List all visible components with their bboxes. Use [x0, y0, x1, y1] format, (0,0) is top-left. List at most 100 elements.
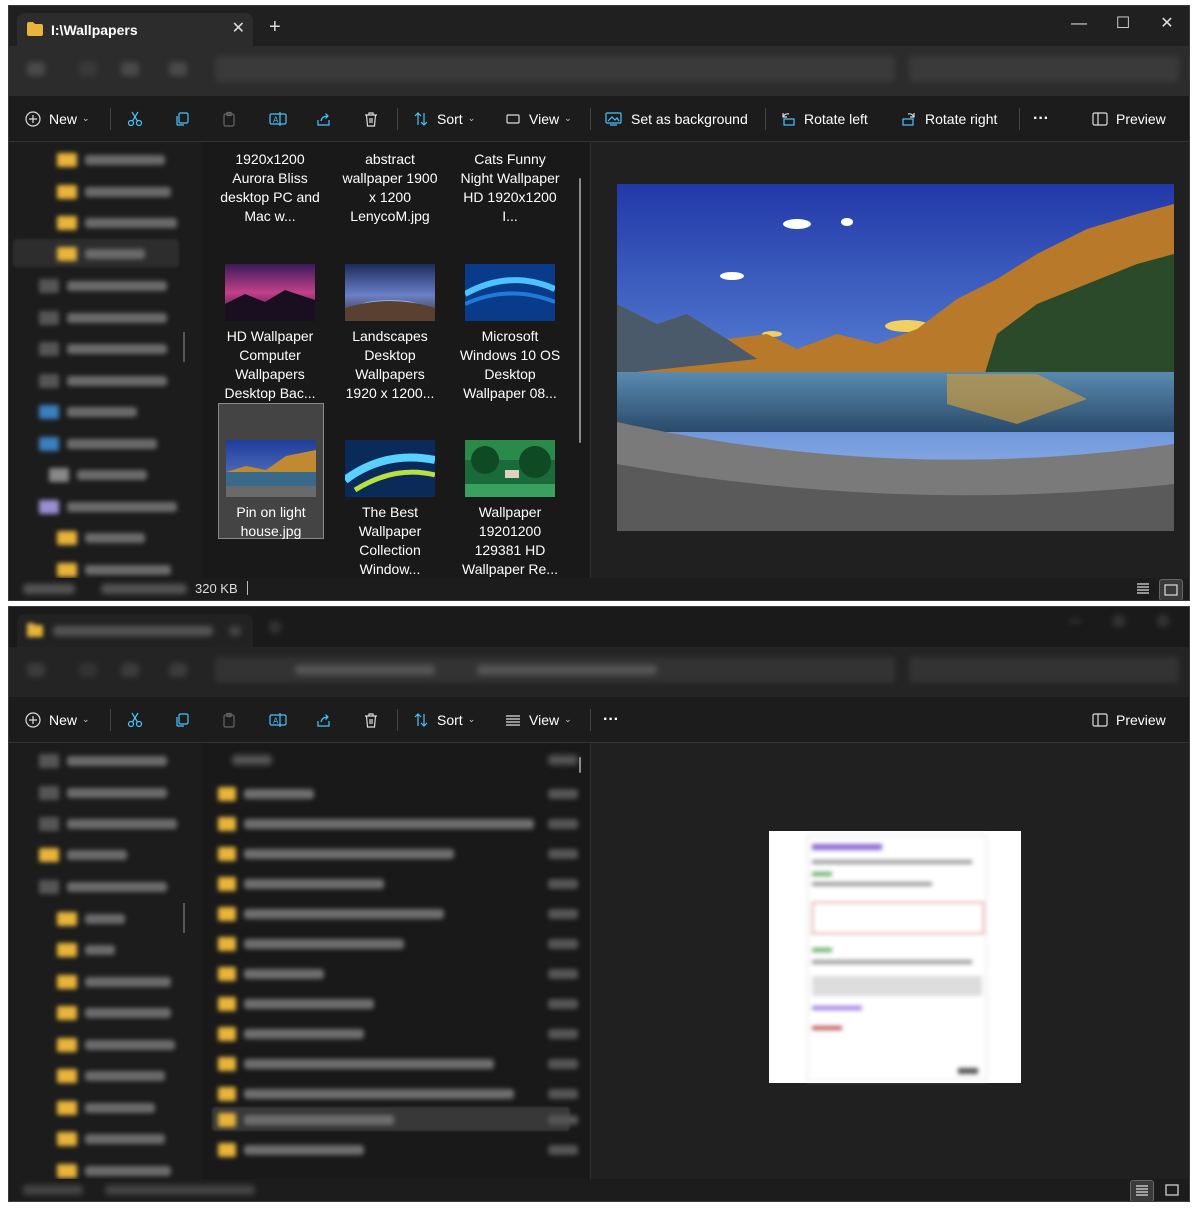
list-item[interactable] — [218, 817, 578, 831]
sidebar-item[interactable] — [57, 1163, 171, 1179]
list-item[interactable] — [218, 907, 578, 921]
file-item[interactable]: Cats Funny Night Wallpaper HD 1920x1200 … — [458, 150, 562, 226]
refresh-icon[interactable] — [169, 663, 187, 677]
file-item-selected[interactable]: Pin on light house.jpg — [218, 403, 324, 539]
rotate-left-button[interactable]: Rotate left — [780, 96, 868, 141]
up-icon[interactable] — [121, 663, 139, 677]
rename-button[interactable]: A — [269, 96, 287, 141]
sidebar-item[interactable] — [39, 310, 167, 326]
sidebar-scrollbar[interactable] — [183, 332, 185, 362]
sidebar-item[interactable] — [39, 785, 167, 801]
new-button[interactable]: New ⌄ — [25, 697, 90, 742]
sidebar-item[interactable] — [39, 753, 167, 769]
sidebar-item[interactable] — [57, 184, 171, 200]
details-view-button[interactable] — [1130, 1180, 1154, 1201]
file-list-scrollbar[interactable] — [579, 757, 581, 773]
cut-button[interactable] — [127, 96, 143, 141]
maximize-icon[interactable] — [1113, 615, 1125, 627]
new-tab-icon[interactable] — [269, 621, 281, 633]
preview-button[interactable]: Preview — [1092, 697, 1166, 742]
breadcrumb[interactable] — [295, 665, 435, 675]
file-item[interactable]: Microsoft Windows 10 OS Desktop Wallpape… — [458, 264, 562, 403]
search-box[interactable] — [909, 657, 1179, 683]
sidebar-item[interactable] — [57, 246, 145, 262]
more-options-button[interactable]: ··· — [1033, 96, 1049, 141]
sidebar-item[interactable] — [39, 404, 137, 420]
sidebar-item[interactable] — [39, 816, 177, 832]
list-item[interactable] — [218, 877, 578, 891]
sidebar-item[interactable] — [57, 1131, 165, 1147]
new-tab-icon[interactable]: + — [269, 17, 281, 37]
back-icon[interactable] — [27, 663, 45, 677]
file-item[interactable]: The Best Wallpaper Collection Window... — [338, 440, 442, 578]
sidebar-item[interactable] — [39, 879, 167, 895]
close-tab-icon[interactable] — [229, 626, 241, 636]
sidebar-item[interactable] — [57, 215, 177, 231]
share-button[interactable] — [316, 697, 332, 742]
list-item[interactable] — [218, 967, 578, 981]
close-window-icon[interactable] — [1157, 615, 1169, 627]
list-item[interactable] — [218, 1027, 578, 1041]
sidebar-item[interactable] — [57, 942, 115, 958]
view-button[interactable]: View ⌄ — [505, 697, 572, 742]
list-item[interactable] — [218, 1143, 578, 1157]
file-item[interactable]: abstract wallpaper 1900 x 1200 LenycoM.j… — [338, 150, 442, 226]
sidebar-item[interactable] — [57, 974, 171, 990]
sidebar-item[interactable] — [57, 1037, 175, 1053]
close-tab-icon[interactable]: ✕ — [232, 18, 245, 38]
forward-icon[interactable] — [79, 62, 97, 76]
sidebar-item[interactable] — [57, 530, 145, 546]
delete-button[interactable] — [363, 697, 379, 742]
details-view-button[interactable] — [1132, 579, 1154, 599]
rename-button[interactable]: A — [269, 697, 287, 742]
delete-button[interactable] — [363, 96, 379, 141]
sidebar-scrollbar[interactable] — [183, 903, 185, 933]
sidebar-item[interactable] — [39, 499, 177, 515]
column-header-date[interactable] — [548, 755, 578, 765]
forward-icon[interactable] — [79, 663, 97, 677]
list-item[interactable] — [218, 1113, 578, 1127]
sidebar-item[interactable] — [39, 847, 127, 863]
copy-button[interactable] — [174, 697, 190, 742]
address-bar[interactable] — [215, 56, 895, 82]
list-item[interactable] — [218, 1087, 578, 1101]
file-grid-scrollbar[interactable] — [579, 178, 581, 443]
sidebar-item[interactable] — [39, 373, 167, 389]
rotate-right-button[interactable]: Rotate right — [901, 96, 997, 141]
sidebar-item[interactable] — [49, 467, 147, 483]
large-icons-view-button[interactable] — [1161, 1180, 1183, 1200]
preview-button[interactable]: Preview — [1092, 96, 1166, 141]
up-icon[interactable] — [121, 62, 139, 76]
cut-button[interactable] — [127, 697, 143, 742]
back-icon[interactable] — [27, 62, 45, 76]
list-item[interactable] — [218, 997, 578, 1011]
new-button[interactable]: New ⌄ — [25, 96, 90, 141]
list-item[interactable] — [218, 937, 578, 951]
sidebar-item[interactable] — [39, 278, 167, 294]
sidebar-item[interactable] — [39, 341, 167, 357]
view-button[interactable]: View ⌄ — [505, 96, 572, 141]
maximize-icon[interactable]: ☐ — [1101, 10, 1145, 38]
sort-button[interactable]: Sort ⌄ — [413, 697, 475, 742]
paste-button[interactable] — [221, 697, 237, 742]
sidebar-item[interactable] — [57, 911, 125, 927]
sidebar-item[interactable] — [57, 1100, 155, 1116]
sidebar-item[interactable] — [57, 152, 165, 168]
set-as-background-button[interactable]: Set as background — [605, 96, 748, 141]
file-item[interactable]: HD Wallpaper Computer Wallpapers Desktop… — [218, 264, 322, 403]
list-item[interactable] — [218, 1057, 578, 1071]
sidebar-item[interactable] — [39, 436, 157, 452]
large-icons-view-button[interactable] — [1159, 579, 1183, 600]
more-options-button[interactable]: ··· — [603, 697, 619, 742]
minimize-icon[interactable]: — — [1057, 10, 1101, 38]
tab-desktop[interactable] — [17, 614, 253, 647]
share-button[interactable] — [316, 96, 332, 141]
copy-button[interactable] — [174, 96, 190, 141]
file-item[interactable]: 1920x1200 Aurora Bliss desktop PC and Ma… — [218, 150, 322, 226]
refresh-icon[interactable] — [169, 62, 187, 76]
sidebar-item[interactable] — [57, 562, 171, 578]
column-header-name[interactable] — [232, 755, 272, 765]
list-item[interactable] — [218, 847, 578, 861]
file-item[interactable]: Wallpaper 19201200 129381 HD Wallpaper R… — [458, 440, 562, 578]
tab-wallpapers[interactable]: I:\Wallpapers ✕ — [17, 13, 253, 46]
